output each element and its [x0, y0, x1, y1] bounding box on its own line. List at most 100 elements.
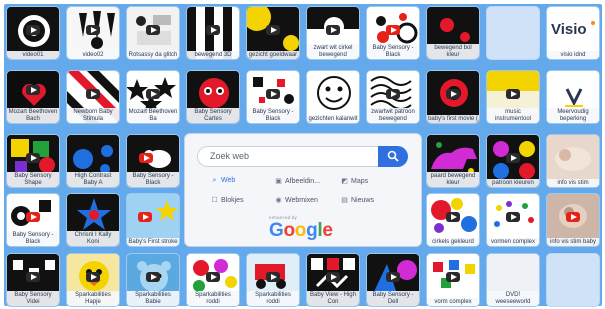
search-option-nieuws[interactable]: ▤ Nieuws	[341, 196, 374, 204]
tile-dvd-weeseeworld[interactable]: DVD! weeseeworld	[486, 253, 540, 307]
tile-video02[interactable]: video02	[66, 6, 120, 60]
tile-sparkabilities-roddi-2[interactable]: Sparkabilities roddi	[246, 253, 300, 307]
tile-caption: bewegend 3D	[187, 50, 239, 59]
tile-mozart-beethoven-bach[interactable]: Mozart Beethoven Bach	[6, 70, 60, 124]
visio-logo: Visio	[551, 21, 587, 38]
search-option-webmixen[interactable]: ◉ Webmixen	[275, 196, 318, 204]
tile-caption: Baby Sensory - Black	[367, 44, 419, 59]
play-icon	[266, 272, 280, 283]
tile-high-contrast-baby[interactable]: High Contrast Baby A	[66, 134, 120, 188]
tile-caption: paard bewegend kleur	[427, 172, 479, 187]
play-icon	[206, 272, 220, 283]
tile-baby-sensory-cartes[interactable]: Baby Sensory Cartes	[186, 70, 240, 124]
tile-info-vis-stim[interactable]: info vis stim	[546, 134, 600, 188]
map-icon: ◩	[341, 178, 348, 185]
image-icon: ▣	[275, 178, 282, 185]
tile-vormen-complex[interactable]: vormen complex	[486, 193, 540, 247]
search-option-maps[interactable]: ◩ Maps	[341, 177, 368, 185]
tile-patroon-kleuren[interactable]: patroon kleuren	[486, 134, 540, 188]
search-option-blokjes[interactable]: ☐ Blokjes	[211, 196, 243, 204]
tile-video01[interactable]: video01	[6, 6, 60, 60]
play-icon	[386, 272, 400, 283]
tile-visio-idnd[interactable]: Visio visio idnd	[546, 6, 600, 60]
play-icon	[26, 153, 40, 164]
play-icon	[446, 272, 460, 283]
tile-babys-first-movie[interactable]: baby's first movie (	[426, 70, 480, 124]
google-logo: Google	[269, 220, 333, 242]
search-option-web[interactable]: ⌕ Web	[211, 177, 236, 185]
tile-rotsassy[interactable]: Rotsassy da glitch	[126, 6, 180, 60]
tile-info-vis-stim-baby[interactable]: info vis stim baby	[546, 193, 600, 247]
play-icon	[86, 89, 100, 100]
tile-sparkabilities-babie[interactable]: Sparkabilities Babie	[126, 253, 180, 307]
tile-newborn-baby[interactable]: Newborn Baby Stimula	[66, 70, 120, 124]
search-widget: Zoek web ⌕ Web ▣ Afbeeldin... ◩ Maps ☐ Blokj…	[184, 133, 422, 247]
tile-zwartwit-patroon[interactable]: zwartwit patroon bewegend	[366, 70, 420, 124]
tile-music-instrumentool[interactable]: music instrumentool	[486, 70, 540, 124]
tile-meervoudig-beperking[interactable]: Meervoudig beperking	[546, 70, 600, 124]
tile-caption: Meervoudig beperking	[547, 108, 599, 123]
tile-bewegend-bol-kleur[interactable]: bewegend bol kleur	[426, 6, 480, 60]
tile-empty[interactable]	[486, 6, 540, 60]
search-option-images[interactable]: ▣ Afbeeldin...	[275, 177, 320, 185]
tile-zwart-wit-cirkel[interactable]: zwart wit cirkel bewegend	[306, 6, 360, 60]
tile-baby-sensory-black-3[interactable]: Baby Sensory - Black	[126, 134, 180, 188]
search-option-label: Nieuws	[351, 197, 374, 204]
tile-baby-sensory-black-2[interactable]: Baby Sensory - Black	[246, 70, 300, 124]
tile-baby-sensory-black-1[interactable]: Baby Sensory - Black	[366, 6, 420, 60]
tile-empty[interactable]	[546, 253, 600, 307]
tile-babys-first-stroke[interactable]: Baby's First stroke	[126, 193, 180, 247]
tile-caption: Baby Sensory Shape	[7, 172, 59, 187]
play-icon	[566, 212, 580, 223]
tile-caption: DVD! weeseeworld	[487, 291, 539, 306]
tile-baby-sensory-videi[interactable]: Baby Sensory Videi	[6, 253, 60, 307]
play-icon	[506, 89, 520, 100]
tile-caption: vormen complex	[487, 237, 539, 246]
tile-cirkels-gekleurd[interactable]: cirkels gekleurd	[426, 193, 480, 247]
search-option-label: Afbeeldin...	[285, 178, 321, 185]
tile-sparkabilities-roddi-1[interactable]: Sparkabilities roddi	[186, 253, 240, 307]
tile-caption: Baby Sensory Cartes	[187, 108, 239, 123]
tile-bewegend-3d[interactable]: bewegend 3D	[186, 6, 240, 60]
tile-caption: zwartwit patroon bewegend	[367, 108, 419, 123]
play-icon	[326, 272, 340, 283]
tile-baby-sensory-black-4[interactable]: Baby Sensory - Black	[6, 193, 60, 247]
play-icon	[326, 25, 340, 36]
tile-gezicht-goeldwaar[interactable]: gezicht goeldwaar	[246, 6, 300, 60]
google-letter: e	[322, 220, 333, 241]
tile-caption: gezicht goeldwaar	[247, 50, 299, 59]
search-input[interactable]: Zoek web	[197, 146, 379, 167]
tile-caption: Baby View - High Con	[307, 291, 359, 306]
play-icon	[26, 212, 40, 223]
tile-caption: patroon kleuren	[487, 178, 539, 187]
tile-caption: Baby Sensory Videi	[7, 291, 59, 306]
search-button[interactable]	[378, 146, 408, 167]
tile-caption: High Contrast Baby A	[67, 172, 119, 187]
tile-caption: zwart wit cirkel bewegend	[307, 44, 359, 59]
tile-chrisnl-kally-koni[interactable]: Chrisnl I Kally Koni	[66, 193, 120, 247]
play-icon	[266, 89, 280, 100]
news-icon: ▤	[341, 197, 348, 204]
tile-baby-view-high-con[interactable]: Baby View - High Con	[306, 253, 360, 307]
search-icon	[387, 150, 399, 162]
blocks-icon: ☐	[211, 197, 218, 204]
tile-caption: vorm complex	[427, 297, 479, 306]
tile-caption: Baby Sensory - Black	[247, 108, 299, 123]
play-icon	[506, 153, 520, 164]
play-icon	[446, 212, 460, 223]
play-icon	[26, 84, 40, 95]
play-icon	[26, 25, 40, 36]
play-icon	[386, 25, 400, 36]
tile-caption: Sparkabilities Babie	[127, 291, 179, 306]
radio-icon: ◉	[275, 197, 282, 204]
tile-paard-bewegend-kleur[interactable]: paard bewegend kleur	[426, 134, 480, 188]
tile-baby-sensory-dell[interactable]: Baby Sensory - Dell	[366, 253, 420, 307]
tile-caption: visio idnd	[547, 50, 599, 59]
tile-vorm-complex[interactable]: vorm complex	[426, 253, 480, 307]
tile-baby-sensory-shape[interactable]: Baby Sensory Shape	[6, 134, 60, 188]
tile-gezichten-kalanwit[interactable]: gezichten kalanwit	[306, 70, 360, 124]
tile-mozart-beethoven-ba[interactable]: Mozart Beethoven Ba	[126, 70, 180, 124]
tile-caption: bewegend bol kleur	[427, 44, 479, 59]
tile-sparkabilities-hapje[interactable]: Sparkabilities Hapje	[66, 253, 120, 307]
google-letter: G	[269, 220, 284, 241]
